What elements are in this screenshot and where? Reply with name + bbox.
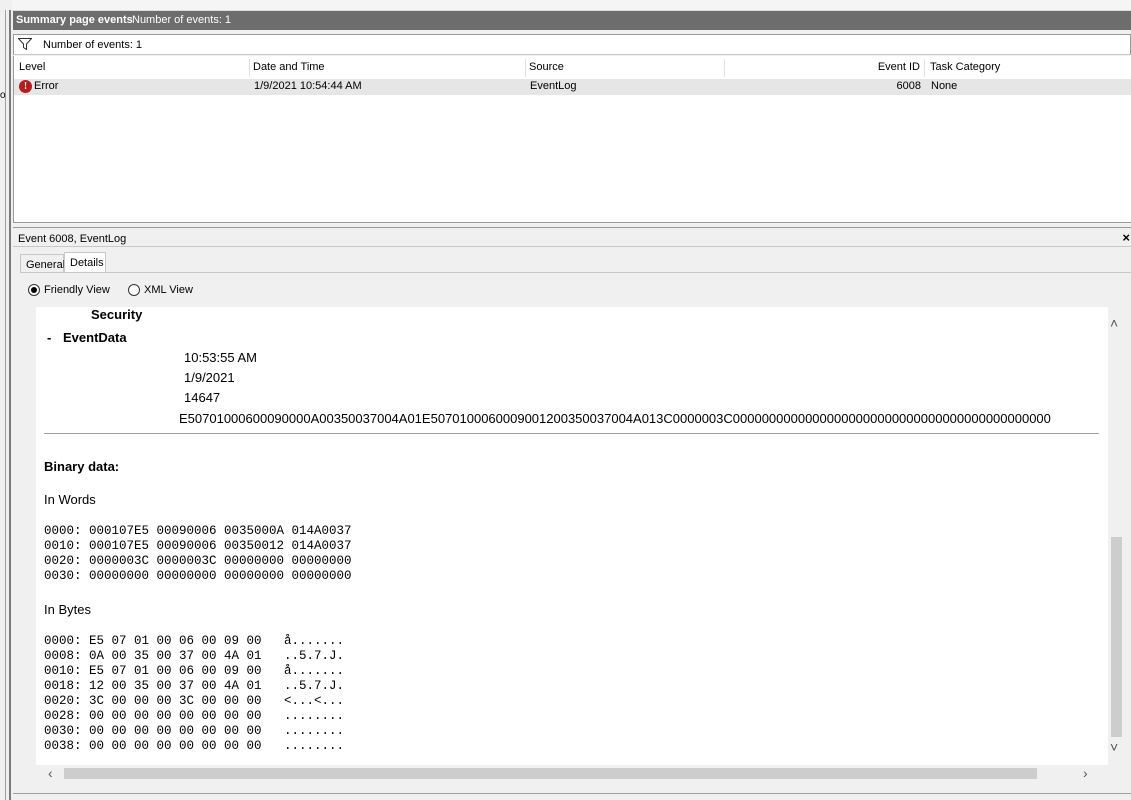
column-header-source[interactable]: Source (529, 59, 725, 77)
column-header-level[interactable]: Level (19, 59, 250, 77)
bytes-line: 0020: 3C 00 00 00 3C 00 00 00 <...<... (44, 694, 345, 708)
scroll-right-icon[interactable]: › (1083, 765, 1088, 781)
bytes-line: 0030: 00 00 00 00 00 00 00 00 ........ (44, 724, 345, 738)
column-header-date-time[interactable]: Date and Time (253, 59, 526, 77)
cell-level: Error (34, 80, 59, 92)
bytes-line: 0008: 0A 00 35 00 37 00 4A 01 ..5.7.J. (44, 649, 345, 663)
bytes-line: 0028: 00 00 00 00 00 00 00 00 ........ (44, 709, 345, 723)
words-line: 0020: 0000003C 0000003C 00000000 0000000… (44, 554, 352, 568)
summary-title: Summary page events (16, 14, 133, 26)
tab-details[interactable]: Details (64, 252, 106, 273)
eventdata-toggle[interactable]: - (47, 330, 51, 345)
bytes-line: 0018: 12 00 35 00 37 00 4A 01 ..5.7.J. (44, 679, 345, 693)
detail-pane-header: Event 6008, EventLog × (13, 229, 1131, 247)
words-line: 0010: 000107E5 00090006 00350012 014A003… (44, 539, 352, 553)
top-strip (0, 0, 1131, 11)
bytes-line: 0010: E5 07 01 00 06 00 09 00 å....... (44, 664, 345, 678)
detail-pane-title: Event 6008, EventLog (18, 233, 127, 245)
words-line: 0030: 00000000 00000000 00000000 0000000… (44, 569, 352, 583)
scroll-down-icon[interactable]: ˅ (1110, 739, 1118, 755)
vertical-scrollbar[interactable]: ˄ ˅ (1108, 307, 1125, 765)
in-bytes-label: In Bytes (44, 602, 91, 617)
binary-data-heading: Binary data: (44, 459, 120, 474)
cell-date-time: 1/9/2021 10:54:44 AM (254, 80, 362, 92)
scroll-left-icon[interactable]: ‹ (48, 765, 53, 781)
left-splitter[interactable] (9, 10, 11, 800)
filter-bar: Number of events: 1 (13, 34, 1131, 55)
data-value-date: 1/9/2021 (184, 370, 235, 385)
table-row[interactable]: ! Error 1/9/2021 10:54:44 AM EventLog 60… (14, 79, 1131, 95)
cell-source: EventLog (530, 80, 577, 92)
left-edge: o (0, 0, 12, 800)
cell-task-category: None (931, 80, 958, 92)
events-table: Level Date and Time Source Event ID Task… (13, 56, 1131, 222)
data-value-time: 10:53:55 AM (184, 350, 257, 365)
bottom-border (13, 793, 1131, 794)
column-header-task-category[interactable]: Task Category (930, 59, 1130, 77)
tab-general[interactable]: General (20, 254, 65, 273)
horizontal-scroll-thumb[interactable] (64, 768, 1037, 779)
data-value-number: 14647 (184, 390, 221, 405)
funnel-icon[interactable] (17, 38, 33, 53)
section-divider (44, 433, 1099, 434)
close-icon[interactable]: × (1122, 230, 1130, 245)
details-content: Security - EventData 10:53:55 AM 1/9/202… (36, 307, 1108, 765)
radio-unselected-icon (128, 284, 140, 296)
words-line: 0000: 000107E5 00090006 0035000A 014A003… (44, 524, 352, 538)
vertical-scroll-thumb[interactable] (1111, 537, 1122, 737)
pane-splitter[interactable] (13, 222, 1131, 228)
data-value-hex: E50701000600090000A00350037004A01E507010… (179, 411, 1051, 426)
error-icon: ! (19, 80, 32, 93)
horizontal-scrollbar[interactable]: ‹ › (36, 765, 1108, 782)
summary-count: Number of events: 1 (132, 14, 232, 26)
in-words-label: In Words (44, 492, 96, 507)
tab-divider (20, 272, 1131, 273)
scroll-up-icon[interactable]: ˄ (1110, 315, 1118, 331)
security-label: Security (91, 307, 143, 322)
xml-view-label: XML View (144, 284, 193, 296)
summary-title-bar: Summary page events Number of events: 1 (13, 11, 1131, 30)
filter-count-text: Number of events: 1 (43, 39, 143, 51)
cell-event-id: 6008 (896, 80, 921, 92)
left-border-line (5, 10, 6, 800)
friendly-view-label: Friendly View (44, 284, 110, 296)
eventdata-label: EventData (63, 330, 127, 345)
radio-selected-icon (28, 284, 40, 296)
bytes-line: 0000: E5 07 01 00 06 00 09 00 å....... (44, 634, 345, 648)
column-header-event-id[interactable]: Event ID (727, 59, 925, 77)
bytes-line: 0038: 00 00 00 00 00 00 00 00 ........ (44, 739, 345, 753)
left-edge-char: o (0, 90, 6, 101)
